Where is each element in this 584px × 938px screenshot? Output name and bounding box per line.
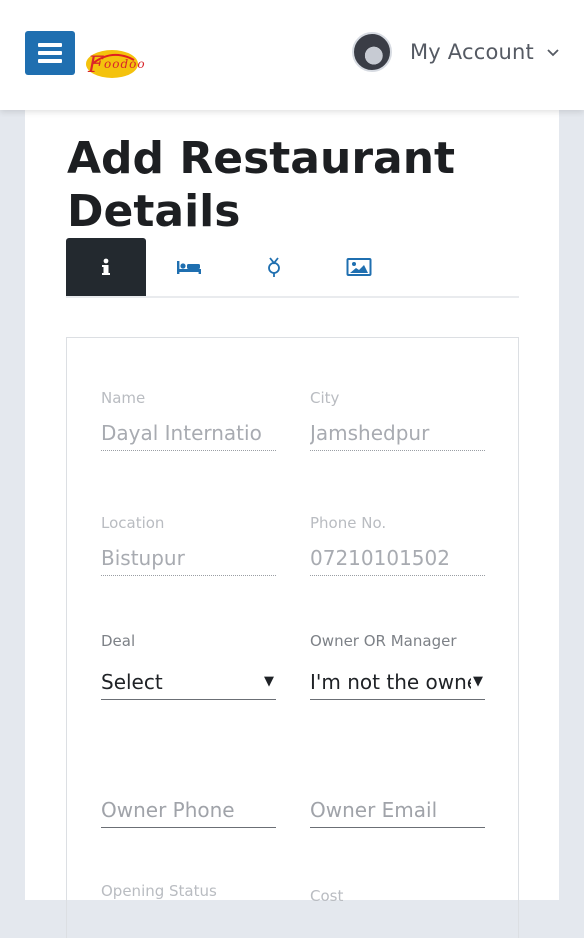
main-card: Add Restaurant Details Name Dayal Intern… bbox=[25, 110, 559, 938]
chevron-down-icon[interactable] bbox=[546, 45, 560, 59]
cost-label: Cost bbox=[310, 887, 344, 905]
opening-status-label: Opening Status bbox=[101, 882, 217, 900]
name-field[interactable]: Name Dayal Internatio bbox=[101, 388, 276, 451]
tab-info[interactable] bbox=[66, 238, 146, 296]
hamburger-menu-button[interactable] bbox=[25, 31, 75, 75]
location-input[interactable]: Bistupur bbox=[101, 541, 276, 576]
bed-icon bbox=[177, 261, 201, 274]
svg-text:F: F bbox=[87, 53, 104, 78]
phone-field[interactable]: Phone No. 07210101502 bbox=[310, 513, 485, 576]
gender-icon bbox=[268, 257, 280, 277]
cost-field[interactable]: Cost bbox=[310, 886, 485, 906]
tab-bar bbox=[66, 238, 519, 298]
owner-or-manager-label: Owner OR Manager bbox=[310, 632, 457, 650]
menu-bar bbox=[38, 51, 62, 55]
location-field[interactable]: Location Bistupur bbox=[101, 513, 276, 576]
info-icon bbox=[102, 258, 110, 275]
city-field[interactable]: City Jamshedpur bbox=[310, 388, 485, 451]
phone-input[interactable]: 07210101502 bbox=[310, 541, 485, 576]
page-title: Add Restaurant Details bbox=[67, 133, 456, 237]
avatar[interactable] bbox=[351, 32, 392, 72]
image-icon bbox=[346, 258, 372, 276]
owner-phone-field[interactable]: Owner Phone bbox=[101, 793, 276, 828]
location-label: Location bbox=[101, 514, 165, 532]
city-input[interactable]: Jamshedpur bbox=[310, 416, 485, 451]
deal-label: Deal bbox=[101, 632, 136, 650]
svg-text:oodoo: oodoo bbox=[104, 57, 146, 71]
deal-field[interactable]: Deal Select ▼ bbox=[101, 631, 276, 700]
dropdown-arrow-icon: ▼ bbox=[471, 665, 483, 699]
owner-email-input[interactable]: Owner Email bbox=[310, 793, 485, 828]
my-account-label[interactable]: My Account bbox=[410, 40, 534, 64]
owner-or-manager-select-value: I'm not the owne bbox=[310, 670, 480, 694]
tab-images[interactable] bbox=[319, 238, 399, 296]
city-label: City bbox=[310, 389, 340, 407]
owner-or-manager-field[interactable]: Owner OR Manager I'm not the owne ▼ bbox=[310, 631, 485, 700]
name-label: Name bbox=[101, 389, 146, 407]
deal-select[interactable]: Select ▼ bbox=[101, 665, 276, 700]
owner-email-field[interactable]: Owner Email bbox=[310, 793, 485, 828]
dropdown-arrow-icon: ▼ bbox=[262, 665, 274, 699]
menu-bar bbox=[38, 43, 62, 47]
phone-label: Phone No. bbox=[310, 514, 387, 532]
top-bar: F oodoo My Account bbox=[0, 0, 584, 110]
my-account-menu[interactable]: My Account bbox=[351, 30, 560, 74]
owner-or-manager-select[interactable]: I'm not the owne ▼ bbox=[310, 665, 485, 700]
menu-bar bbox=[38, 59, 62, 63]
deal-select-value: Select bbox=[101, 670, 163, 694]
tab-rooms[interactable] bbox=[149, 238, 229, 296]
restaurant-details-form: Name Dayal Internatio City Jamshedpur Lo… bbox=[66, 337, 519, 938]
tab-amenities[interactable] bbox=[234, 238, 314, 296]
name-input[interactable]: Dayal Internatio bbox=[101, 416, 276, 451]
owner-phone-input[interactable]: Owner Phone bbox=[101, 793, 276, 828]
opening-status-field[interactable]: Opening Status bbox=[101, 881, 276, 901]
foodoo-logo[interactable]: F oodoo bbox=[82, 42, 182, 88]
